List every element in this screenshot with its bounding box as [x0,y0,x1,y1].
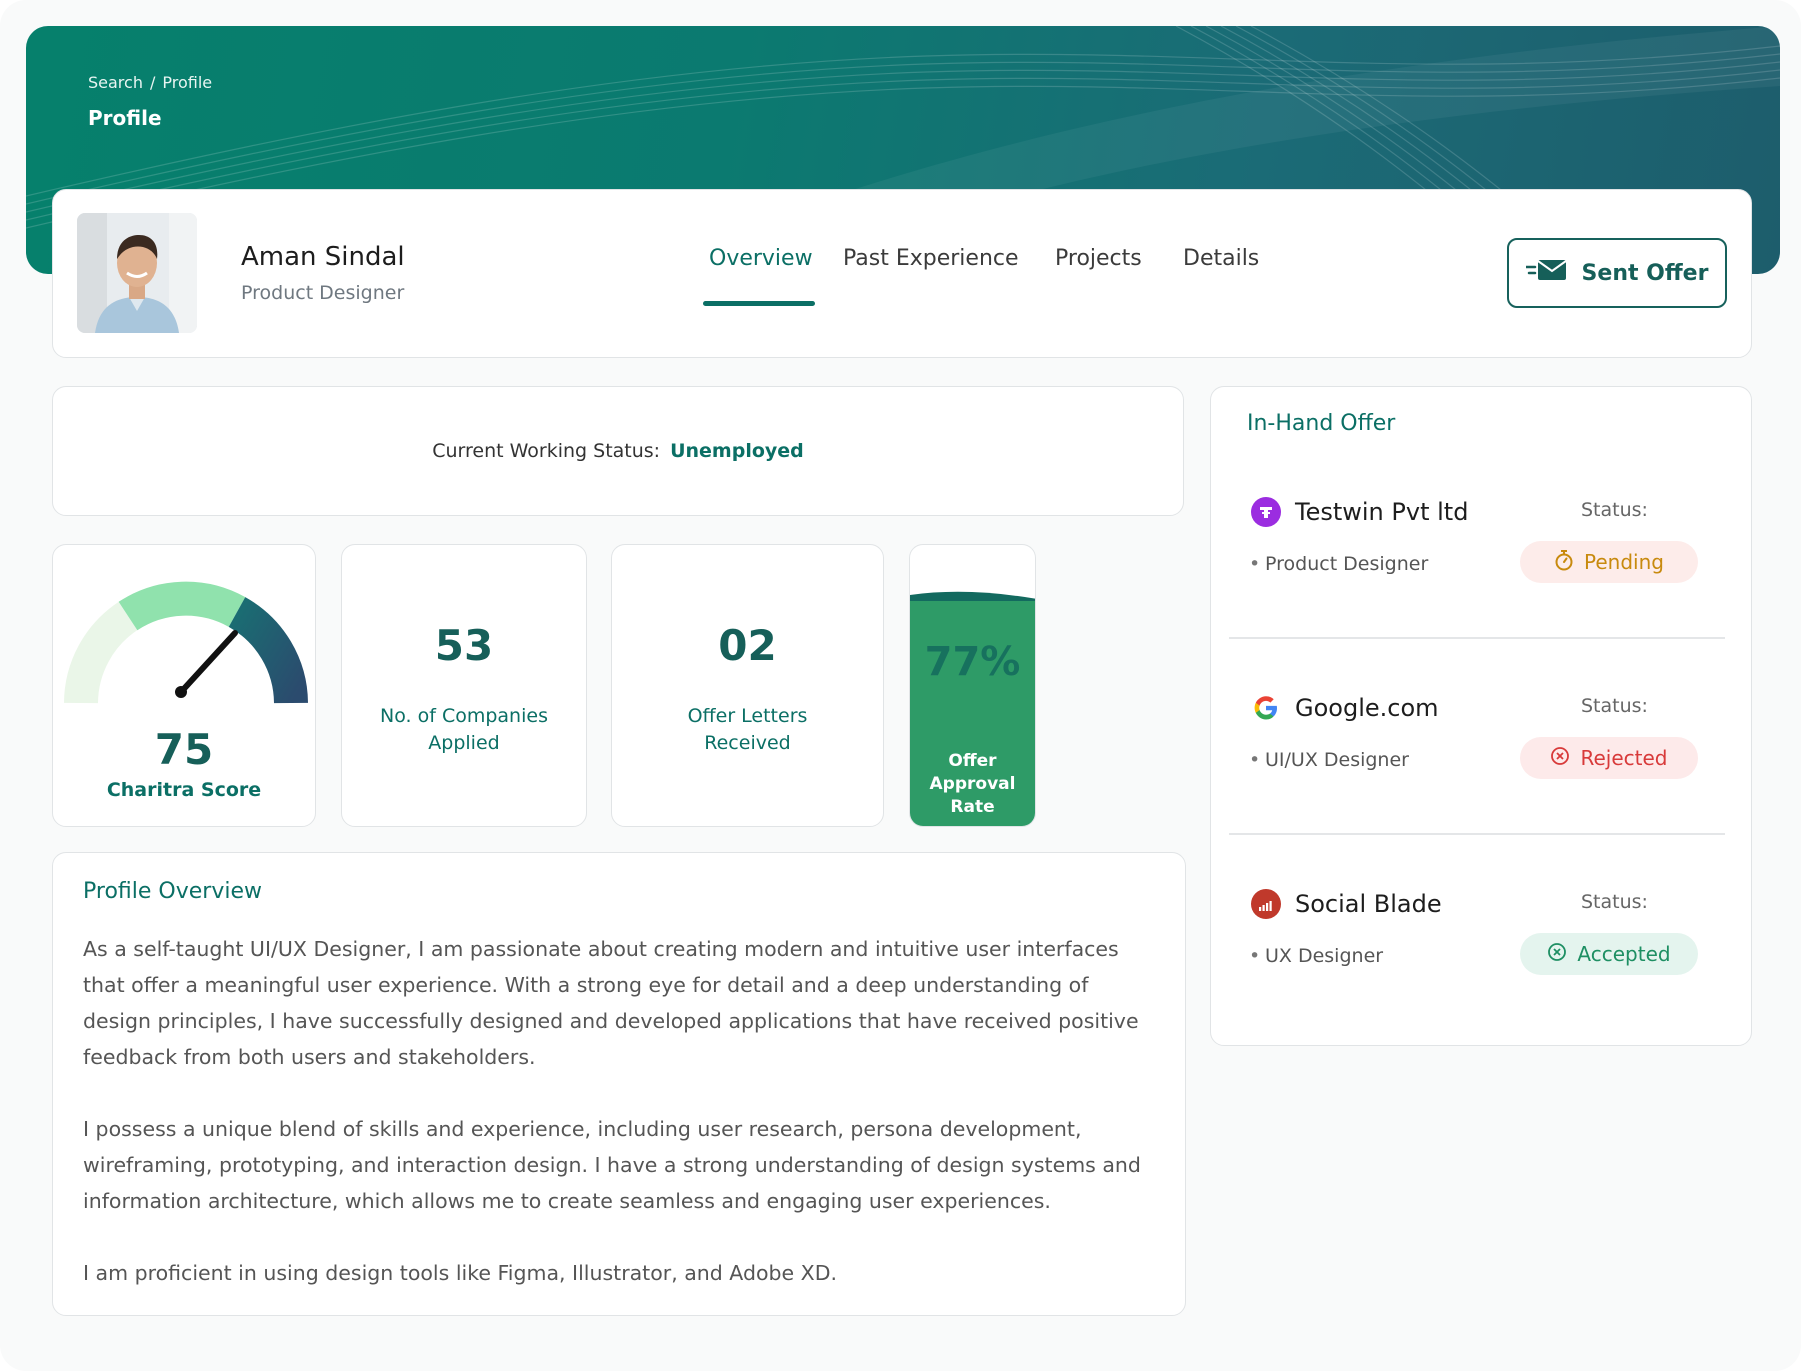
working-status-value: Unemployed [670,440,804,462]
in-hand-offer-card: In-Hand Offer Testwin Pvt ltd Status: Pr… [1210,386,1752,1046]
charitra-score-card: 75 Charitra Score [52,544,316,827]
stopwatch-icon [1554,549,1574,576]
companies-applied-card: 53 No. of Companies Applied [341,544,587,827]
offer-status-label: Status: [1581,695,1648,717]
offer-job: UI/UX Designer [1249,749,1409,771]
companies-applied-value: 53 [434,621,494,670]
profile-overview-text: As a self-taught UI/UX Designer, I am pa… [83,931,1143,1327]
check-circle-icon [1547,942,1567,967]
page-title: Profile [88,106,162,130]
breadcrumb-search[interactable]: Search [88,73,143,92]
overview-paragraph: I possess a unique blend of skills and e… [83,1117,1141,1213]
testwin-logo-icon [1251,497,1281,527]
status-badge-accepted: Accepted [1520,933,1698,975]
google-logo-icon [1251,693,1281,723]
charitra-score-value: 75 [154,725,214,774]
offer-divider [1229,637,1725,639]
in-hand-offer-title: In-Hand Offer [1247,411,1396,436]
approval-rate-value: 77% [924,639,1021,685]
offer-company: Social Blade [1295,890,1442,918]
tab-overview[interactable]: Overview [709,246,813,271]
x-circle-icon [1550,746,1570,771]
page: Search / Profile Profile Aman Sindal Produ… [0,0,1801,1371]
profile-overview-title: Profile Overview [83,879,262,904]
offer-item: Social Blade Status: UX Designer Accepte… [1211,889,1751,1085]
working-status-card: Current Working Status: Unemployed [52,386,1184,516]
offer-item: Google.com Status: UI/UX Designer Reject… [1211,693,1751,889]
working-status-label: Current Working Status: [432,440,661,462]
overview-paragraph: As a self-taught UI/UX Designer, I am pa… [83,937,1139,1069]
breadcrumb-separator: / [149,73,156,92]
charitra-score-label: Charitra Score [106,779,262,801]
sent-offer-label: Sent Offer [1581,260,1709,286]
status-badge-pending: Pending [1520,541,1698,583]
offer-job: Product Designer [1249,553,1428,575]
offer-company: Testwin Pvt ltd [1295,498,1469,526]
avatar [77,213,197,333]
companies-applied-label: No. of Companies Applied [380,705,548,754]
profile-name: Aman Sindal [241,242,405,272]
breadcrumb: Search / Profile [88,73,212,92]
sent-offer-button[interactable]: Sent Offer [1507,238,1727,308]
profile-role: Product Designer [241,282,405,304]
status-badge-rejected: Rejected [1520,737,1698,779]
profile-card: Aman Sindal Product Designer Overview Pa… [52,189,1752,358]
active-tab-indicator [703,301,815,306]
breadcrumb-profile[interactable]: Profile [162,73,212,92]
offer-item: Testwin Pvt ltd Status: Product Designer… [1211,497,1751,693]
tab-past-experience[interactable]: Past Experience [843,246,1019,271]
approval-rate-label: Offer Approval Rate [929,751,1016,817]
offer-status-label: Status: [1581,891,1648,913]
offer-divider [1229,833,1725,835]
tab-details[interactable]: Details [1183,246,1259,271]
offer-company: Google.com [1295,694,1439,722]
overview-paragraph: I am proficient in using design tools li… [83,1261,838,1285]
offer-letters-card: 02 Offer Letters Received [611,544,884,827]
offer-job: UX Designer [1249,945,1383,967]
social-blade-logo-icon [1251,889,1281,919]
score-gauge [64,581,308,704]
send-mail-icon [1524,259,1568,287]
approval-rate-card: 77% Offer Approval Rate [909,544,1036,827]
profile-overview-card: Profile Overview As a self-taught UI/UX … [52,852,1186,1316]
offer-letters-value: 02 [718,621,777,670]
tab-projects[interactable]: Projects [1055,246,1142,271]
offer-status-label: Status: [1581,499,1648,521]
offer-letters-label: Offer Letters Received [687,705,808,754]
